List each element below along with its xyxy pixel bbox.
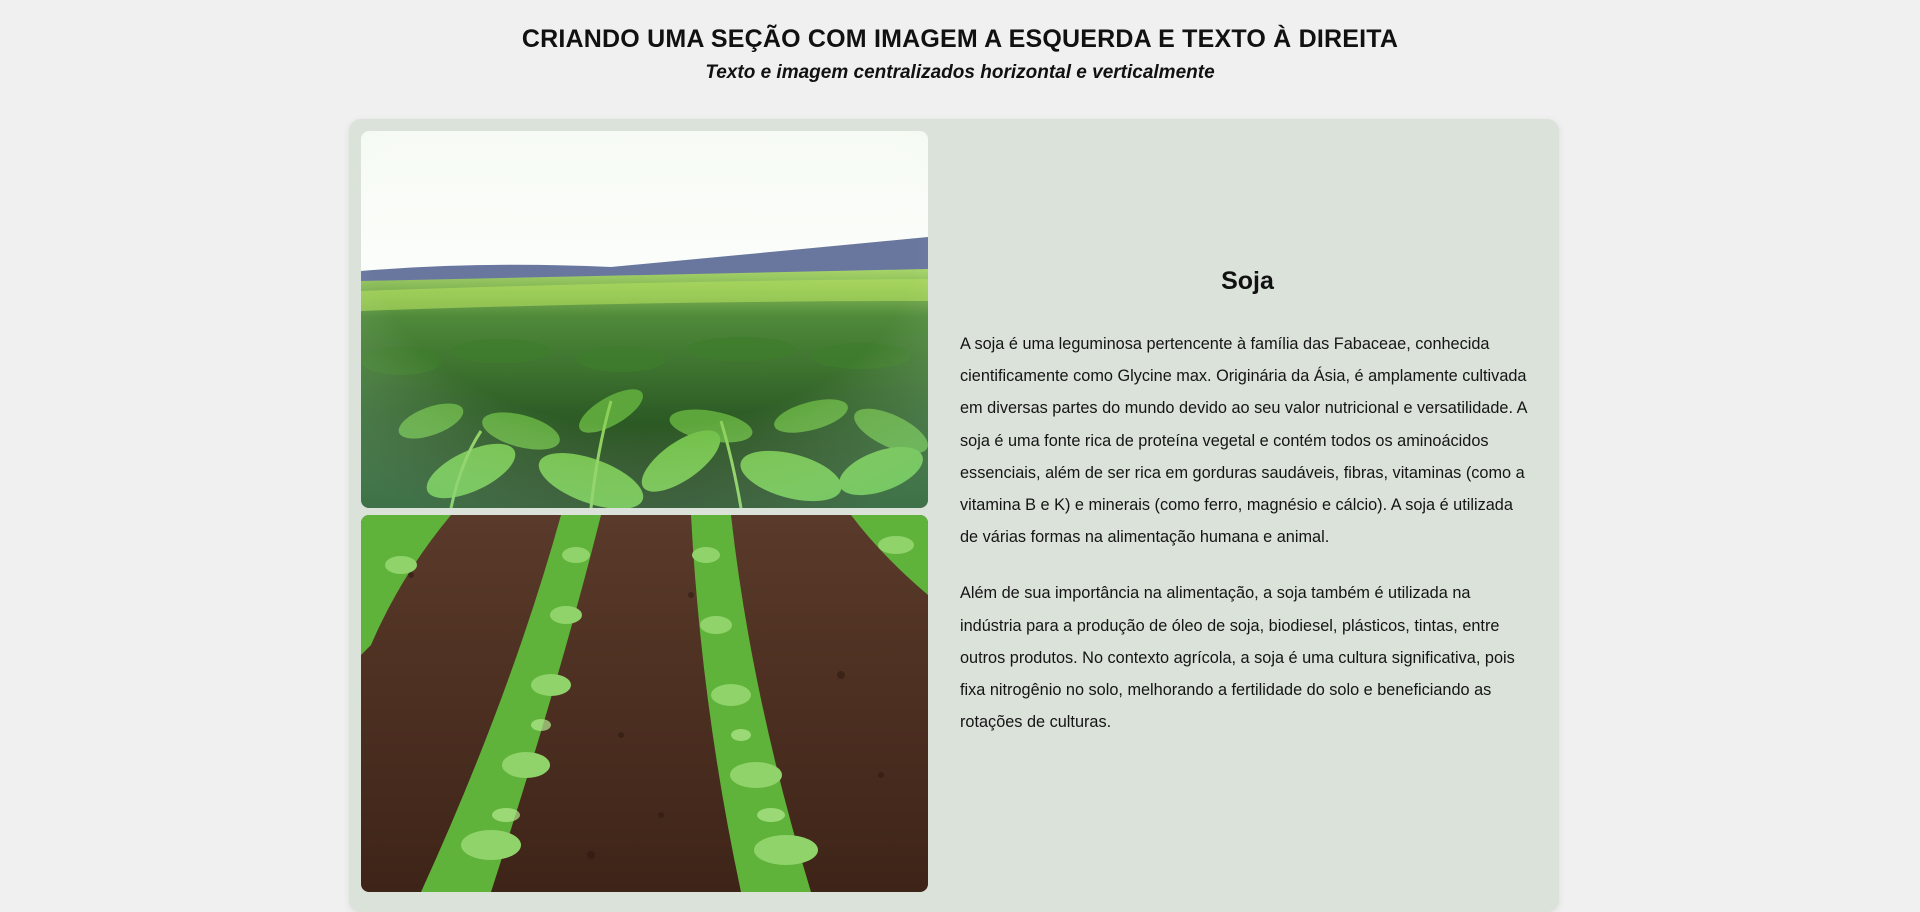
- text-column: Soja A soja é uma leguminosa pertencente…: [960, 266, 1535, 762]
- soybean-field-photo-icon: [361, 131, 928, 508]
- section-heading: Soja: [1221, 267, 1274, 295]
- page-subtitle: Texto e imagem centralizados horizontal …: [705, 62, 1215, 83]
- page-title: CRIANDO UMA SEÇÃO COM IMAGEM A ESQUERDA …: [521, 25, 1399, 53]
- paragraph: Além de sua importância na alimentação, …: [960, 584, 1515, 732]
- soybean-field-image: [361, 131, 928, 508]
- soybean-rows-image: [361, 515, 928, 892]
- paragraph: A soja é uma leguminosa pertencente à fa…: [960, 335, 1527, 547]
- content-section: Soja A soja é uma leguminosa pertencente…: [349, 119, 1559, 912]
- soybean-rows-photo-icon: [361, 515, 928, 892]
